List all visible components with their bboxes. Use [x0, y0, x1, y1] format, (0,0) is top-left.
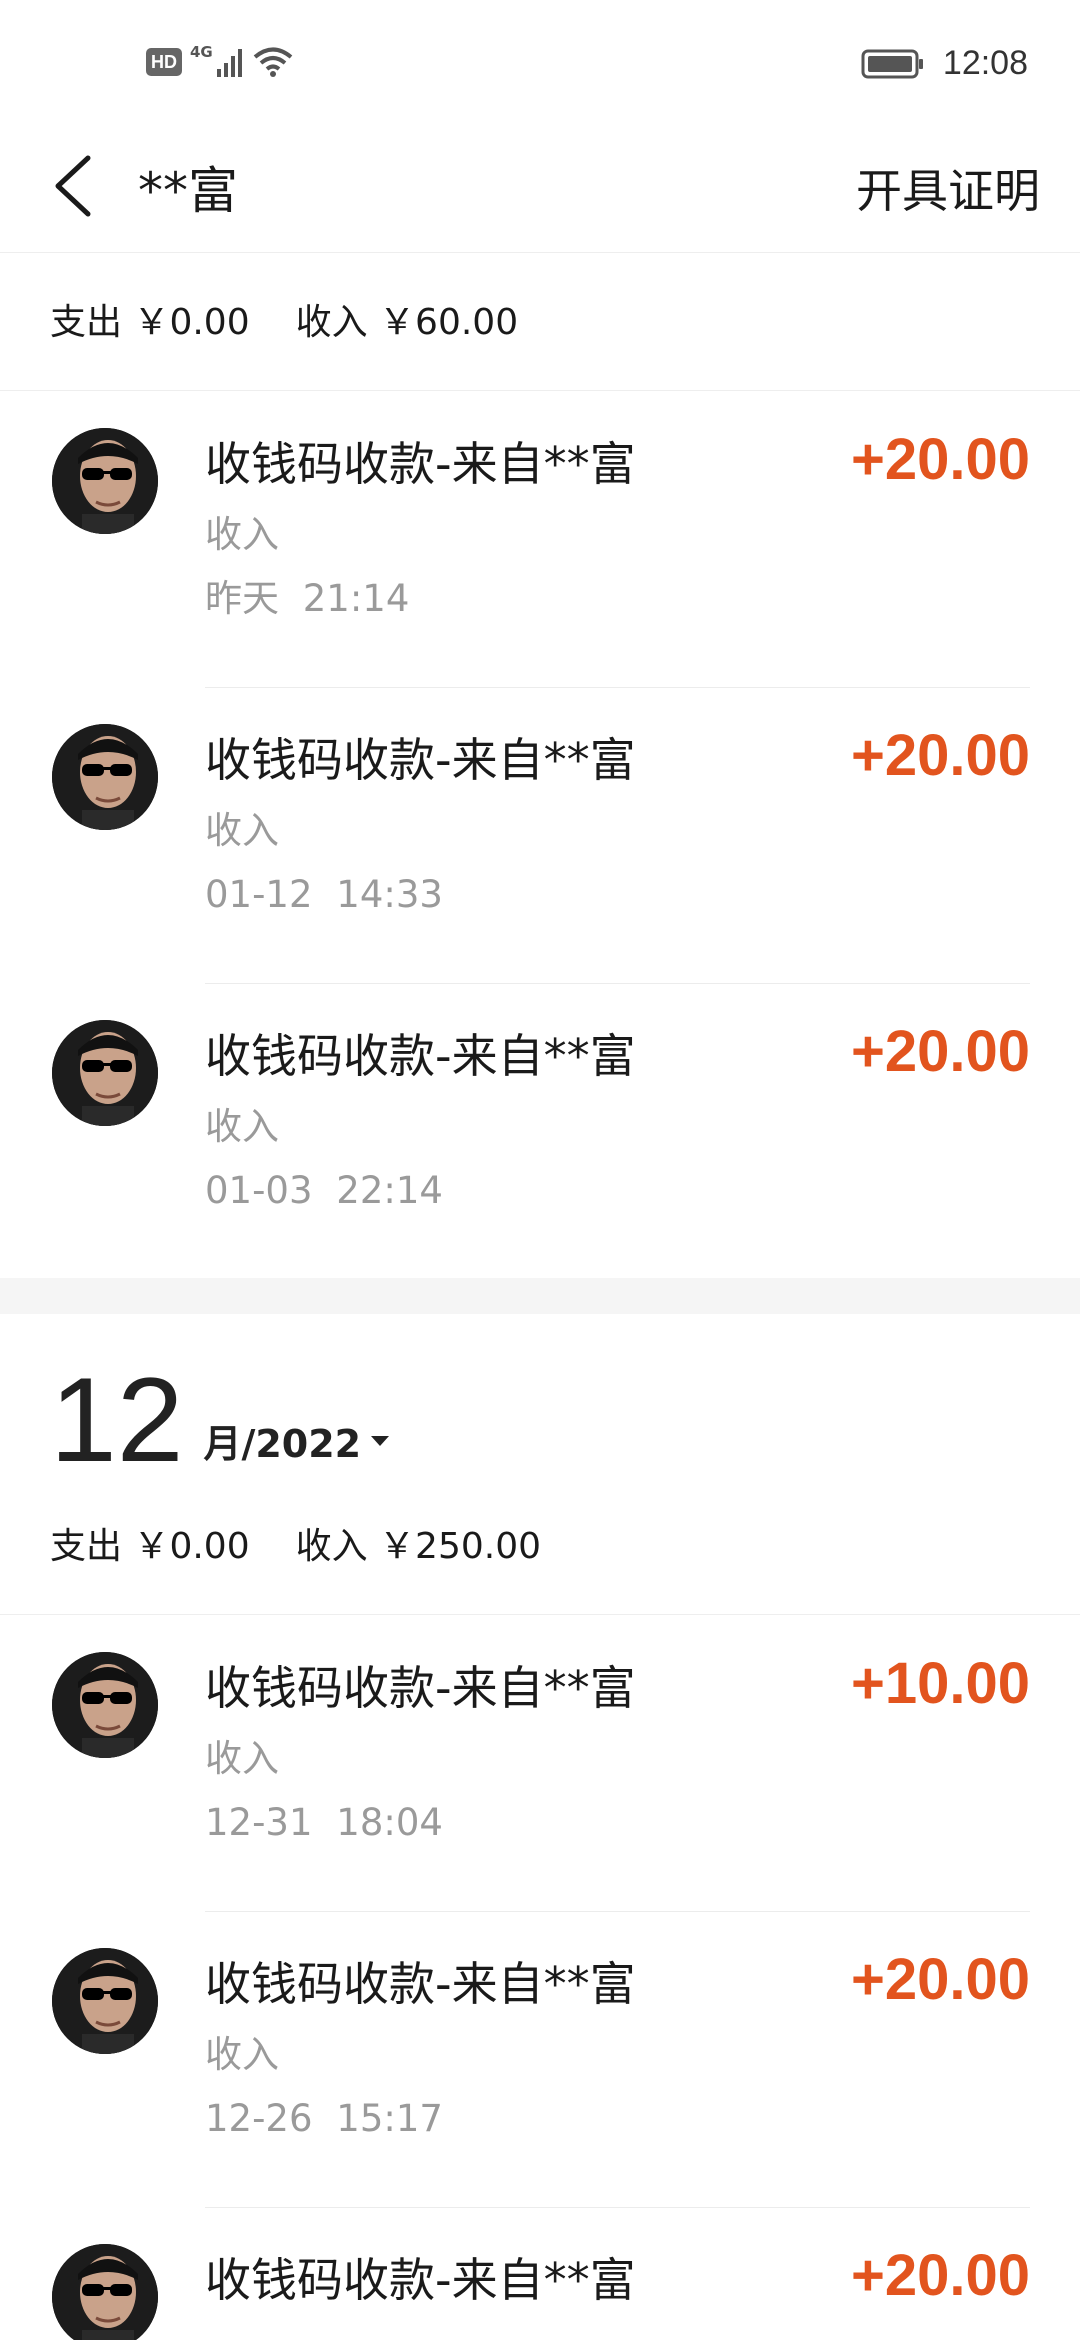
list-item[interactable]: 收钱码收款-来自**富 +20.00: [0, 2208, 1080, 2340]
item-amount: +20.00: [850, 427, 1030, 492]
issue-certificate-button[interactable]: 开具证明: [856, 156, 1040, 226]
caret-down-icon: [371, 1435, 390, 1446]
status-right: 12:08: [861, 44, 1028, 83]
item-amount: +20.00: [850, 1947, 1030, 2012]
avatar: [52, 2244, 158, 2340]
item-title: 收钱码收款-来自**富: [205, 733, 636, 787]
list-item[interactable]: 收钱码收款-来自**富 收入 01-03 22:14 +20.00: [0, 984, 1080, 1280]
avatar: [52, 1652, 158, 1758]
item-time: 01-12 14:33: [205, 873, 443, 916]
item-title: 收钱码收款-来自**富: [205, 437, 636, 491]
section-gap: [0, 1278, 1080, 1314]
expense-total: 支出 ￥0.00: [50, 1526, 250, 1567]
income-total: 收入 ￥250.00: [295, 1526, 542, 1567]
list-item[interactable]: 收钱码收款-来自**富 收入 01-12 14:33 +20.00: [0, 688, 1080, 984]
status-time: 12:08: [942, 44, 1028, 82]
hd-badge: HD: [146, 48, 182, 76]
chevron-left-icon: [55, 155, 91, 217]
income-total: 收入 ￥60.00: [295, 302, 519, 343]
app-header: **富 开具证明: [0, 128, 1080, 253]
list-item[interactable]: 收钱码收款-来自**富 收入 昨天 21:14 +20.00: [0, 392, 1080, 688]
status-left: HD 4G: [146, 43, 293, 78]
item-time: 01-03 22:14: [205, 1169, 443, 1212]
divider: [0, 1614, 1080, 1615]
battery-icon: [861, 49, 923, 78]
network-type: 4G: [190, 43, 213, 61]
back-button[interactable]: [50, 152, 98, 220]
expense-total: 支出 ￥0.00: [50, 302, 250, 343]
item-amount: +20.00: [850, 723, 1030, 788]
list-item[interactable]: 收钱码收款-来自**富 收入 12-31 18:04 +10.00: [0, 1616, 1080, 1912]
item-title: 收钱码收款-来自**富: [205, 1661, 636, 1715]
month-summary: 支出 ￥0.00 收入 ￥250.00: [50, 1522, 541, 1572]
status-bar: HD 4G 12:08: [0, 0, 1080, 128]
item-amount: +20.00: [850, 2243, 1030, 2308]
item-title: 收钱码收款-来自**富: [205, 1957, 636, 2011]
item-amount: +10.00: [850, 1651, 1030, 1716]
item-type: 收入: [205, 513, 279, 556]
item-time: 12-26 15:17: [205, 2097, 443, 2140]
month-selector[interactable]: 12 月/2022: [50, 1360, 391, 1480]
avatar: [52, 428, 158, 534]
avatar: [52, 1948, 158, 2054]
divider: [0, 390, 1080, 391]
item-type: 收入: [205, 2033, 279, 2076]
page-title: **富: [138, 162, 238, 220]
signal-icon: [216, 49, 242, 77]
item-title: 收钱码收款-来自**富: [205, 1029, 636, 1083]
item-type: 收入: [205, 809, 279, 852]
item-type: 收入: [205, 1105, 279, 1148]
month-summary: 支出 ￥0.00 收入 ￥60.00: [50, 298, 518, 348]
list-item[interactable]: 收钱码收款-来自**富 收入 12-26 15:17 +20.00: [0, 1912, 1080, 2208]
wifi-icon: [253, 47, 293, 77]
item-time: 昨天 21:14: [205, 577, 410, 620]
month-year-label: 月/2022: [203, 1413, 391, 1468]
year-label: 月/2022: [203, 1422, 362, 1466]
avatar: [52, 1020, 158, 1126]
item-amount: +20.00: [850, 1019, 1030, 1084]
avatar: [52, 724, 158, 830]
month-number: 12: [50, 1353, 184, 1487]
item-type: 收入: [205, 1737, 279, 1780]
item-time: 12-31 18:04: [205, 1801, 443, 1844]
item-title: 收钱码收款-来自**富: [205, 2253, 636, 2307]
